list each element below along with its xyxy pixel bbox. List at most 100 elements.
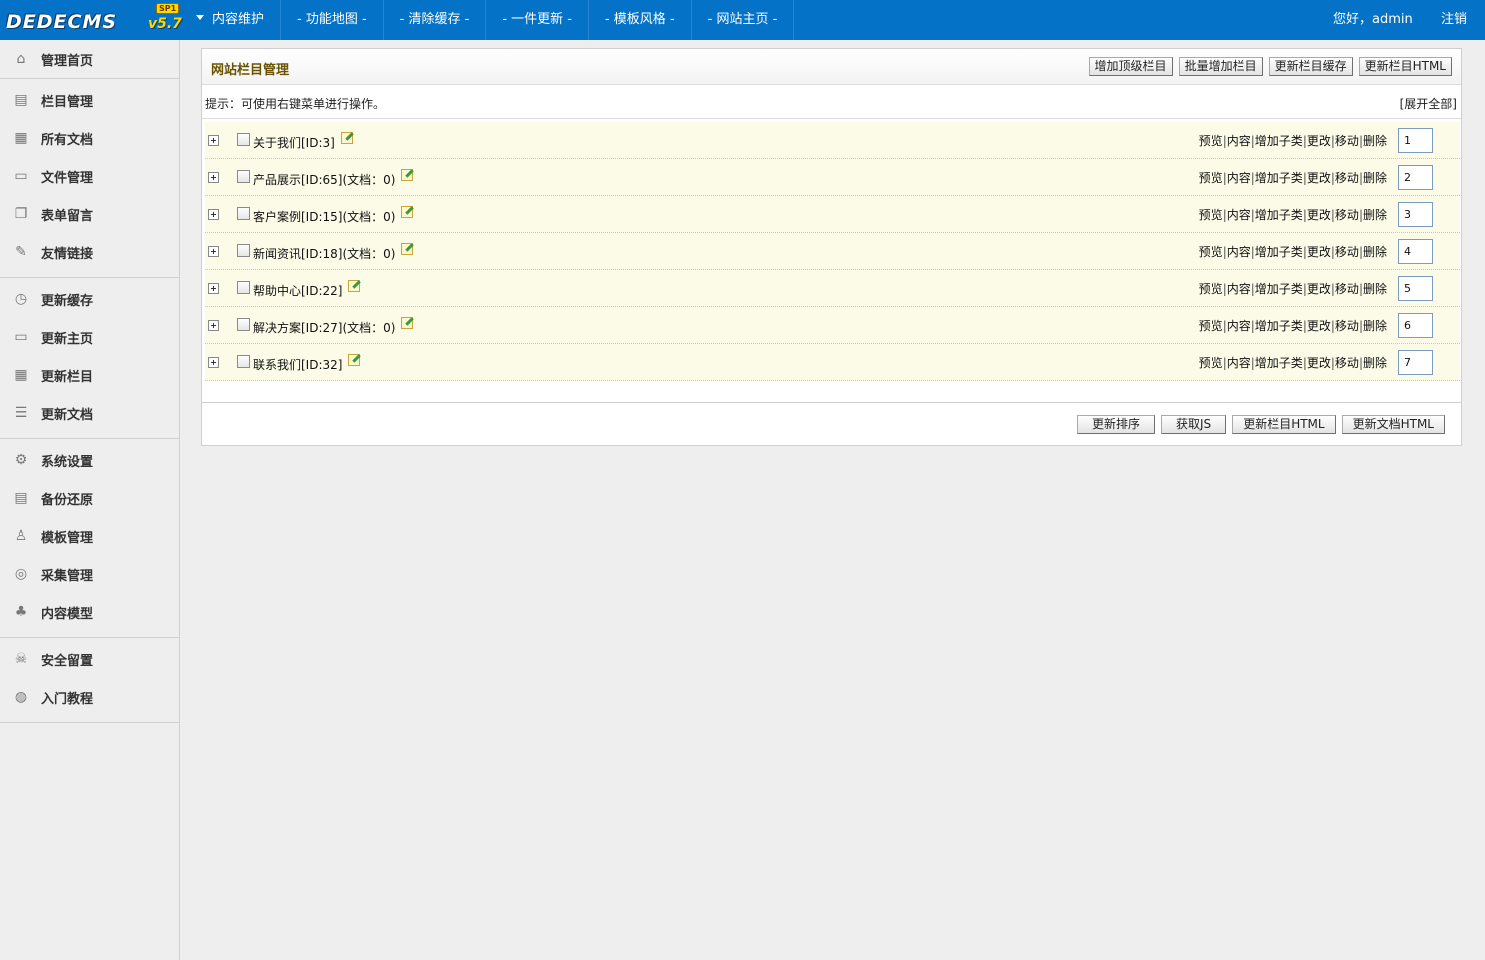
action-link[interactable]: 增加子类 xyxy=(1255,282,1303,296)
expand-plus-icon[interactable] xyxy=(208,209,219,220)
header-button[interactable]: 更新栏目HTML xyxy=(1358,57,1452,76)
sidebar-item[interactable]: ◎ 采集管理 xyxy=(0,555,179,593)
sidebar-item[interactable]: ◷ 更新缓存 xyxy=(0,280,179,318)
action-link[interactable]: 内容 xyxy=(1227,356,1251,370)
action-link[interactable]: 增加子类 xyxy=(1255,245,1303,259)
sidebar-item[interactable]: ❐ 表单留言 xyxy=(0,195,179,233)
action-link[interactable]: 内容 xyxy=(1227,245,1251,259)
action-link[interactable]: 更改 xyxy=(1307,171,1331,185)
action-link[interactable]: 删除 xyxy=(1363,208,1387,222)
top-nav-item[interactable]: 内容维护 xyxy=(182,0,282,40)
sidebar-item[interactable]: ▭ 更新主页 xyxy=(0,318,179,356)
action-link[interactable]: 预览 xyxy=(1199,319,1223,333)
action-link[interactable]: 移动 xyxy=(1335,282,1359,296)
expand-plus-icon[interactable] xyxy=(208,357,219,368)
action-link[interactable]: 增加子类 xyxy=(1255,134,1303,148)
action-link[interactable]: 移动 xyxy=(1335,134,1359,148)
action-link[interactable]: 删除 xyxy=(1363,282,1387,296)
action-link[interactable]: 预览 xyxy=(1199,208,1223,222)
top-nav-item[interactable]: - 模板风格 - xyxy=(589,0,692,40)
row-checkbox[interactable] xyxy=(237,207,250,220)
sidebar-item[interactable]: ▭ 文件管理 xyxy=(0,157,179,195)
row-checkbox[interactable] xyxy=(237,355,250,368)
top-nav-item[interactable]: - 网站主页 - xyxy=(692,0,795,40)
action-link[interactable]: 内容 xyxy=(1227,208,1251,222)
sidebar-item[interactable]: ◍ 入门教程 xyxy=(0,678,179,716)
sort-order-input[interactable] xyxy=(1398,128,1433,153)
top-nav-item[interactable]: - 功能地图 - xyxy=(281,0,384,40)
sort-order-input[interactable] xyxy=(1398,239,1433,264)
footer-button[interactable]: 更新排序 xyxy=(1077,415,1156,434)
edit-icon[interactable] xyxy=(401,169,414,181)
edit-icon[interactable] xyxy=(340,132,353,144)
expand-plus-icon[interactable] xyxy=(208,320,219,331)
action-link[interactable]: 内容 xyxy=(1227,282,1251,296)
action-link[interactable]: 移动 xyxy=(1335,245,1359,259)
top-nav-item[interactable]: - 清除缓存 - xyxy=(384,0,487,40)
action-link[interactable]: 更改 xyxy=(1307,319,1331,333)
edit-icon[interactable] xyxy=(401,317,414,329)
top-nav-item[interactable]: - 一件更新 - xyxy=(486,0,589,40)
action-link[interactable]: 移动 xyxy=(1335,319,1359,333)
sort-order-input[interactable] xyxy=(1398,350,1433,375)
sidebar-item[interactable]: ▤ 栏目管理 xyxy=(0,81,179,119)
sidebar-item[interactable]: ♙ 模板管理 xyxy=(0,517,179,555)
action-link[interactable]: 删除 xyxy=(1363,171,1387,185)
expand-plus-icon[interactable] xyxy=(208,135,219,146)
sort-order-input[interactable] xyxy=(1398,276,1433,301)
action-link[interactable]: 内容 xyxy=(1227,134,1251,148)
action-link[interactable]: 内容 xyxy=(1227,171,1251,185)
row-checkbox[interactable] xyxy=(237,170,250,183)
row-checkbox[interactable] xyxy=(237,244,250,257)
header-button[interactable]: 批量增加栏目 xyxy=(1178,57,1263,76)
action-link[interactable]: 预览 xyxy=(1199,356,1223,370)
expand-plus-icon[interactable] xyxy=(208,246,219,257)
action-link[interactable]: 增加子类 xyxy=(1255,319,1303,333)
action-link[interactable]: 更改 xyxy=(1307,356,1331,370)
edit-icon[interactable] xyxy=(348,354,361,366)
sidebar-item[interactable]: ♣ 内容模型 xyxy=(0,593,179,631)
action-link[interactable]: 预览 xyxy=(1199,245,1223,259)
sidebar-item[interactable]: ▦ 所有文档 xyxy=(0,119,179,157)
expand-plus-icon[interactable] xyxy=(208,283,219,294)
sidebar-item[interactable]: ✎ 友情链接 xyxy=(0,233,179,271)
header-button[interactable]: 更新栏目缓存 xyxy=(1268,57,1353,76)
action-link[interactable]: 移动 xyxy=(1335,356,1359,370)
sort-order-input[interactable] xyxy=(1398,313,1433,338)
sidebar-item[interactable]: ▦ 更新栏目 xyxy=(0,356,179,394)
sidebar-item[interactable]: ⚙ 系统设置 xyxy=(0,441,179,479)
sidebar-item[interactable]: ▤ 备份还原 xyxy=(0,479,179,517)
row-checkbox[interactable] xyxy=(237,318,250,331)
action-link[interactable]: 移动 xyxy=(1335,171,1359,185)
action-link[interactable]: 更改 xyxy=(1307,134,1331,148)
action-link[interactable]: 删除 xyxy=(1363,319,1387,333)
sort-order-input[interactable] xyxy=(1398,165,1433,190)
expand-plus-icon[interactable] xyxy=(208,172,219,183)
sort-order-input[interactable] xyxy=(1398,202,1433,227)
action-link[interactable]: 更改 xyxy=(1307,208,1331,222)
action-link[interactable]: 删除 xyxy=(1363,245,1387,259)
row-checkbox[interactable] xyxy=(237,281,250,294)
header-button[interactable]: 增加顶级栏目 xyxy=(1088,57,1173,76)
action-link[interactable]: 预览 xyxy=(1199,134,1223,148)
footer-button[interactable]: 获取JS xyxy=(1161,415,1227,434)
action-link[interactable]: 移动 xyxy=(1335,208,1359,222)
edit-icon[interactable] xyxy=(348,280,361,292)
action-link[interactable]: 删除 xyxy=(1363,356,1387,370)
row-checkbox[interactable] xyxy=(237,133,250,146)
sidebar-item[interactable]: ☠ 安全留置 xyxy=(0,640,179,678)
action-link[interactable]: 预览 xyxy=(1199,282,1223,296)
action-link[interactable]: 增加子类 xyxy=(1255,356,1303,370)
sidebar-item[interactable]: ☰ 更新文档 xyxy=(0,394,179,432)
action-link[interactable]: 更改 xyxy=(1307,282,1331,296)
action-link[interactable]: 增加子类 xyxy=(1255,171,1303,185)
edit-icon[interactable] xyxy=(401,243,414,255)
logout-link[interactable]: 注销 xyxy=(1441,0,1467,40)
footer-button[interactable]: 更新文档HTML xyxy=(1341,415,1445,434)
edit-icon[interactable] xyxy=(401,206,414,218)
sidebar-item[interactable]: ⌂ 管理首页 xyxy=(0,40,179,78)
footer-button[interactable]: 更新栏目HTML xyxy=(1232,415,1336,434)
action-link[interactable]: 预览 xyxy=(1199,171,1223,185)
expand-all-link[interactable]: [展开全部] xyxy=(1400,95,1457,112)
action-link[interactable]: 内容 xyxy=(1227,319,1251,333)
